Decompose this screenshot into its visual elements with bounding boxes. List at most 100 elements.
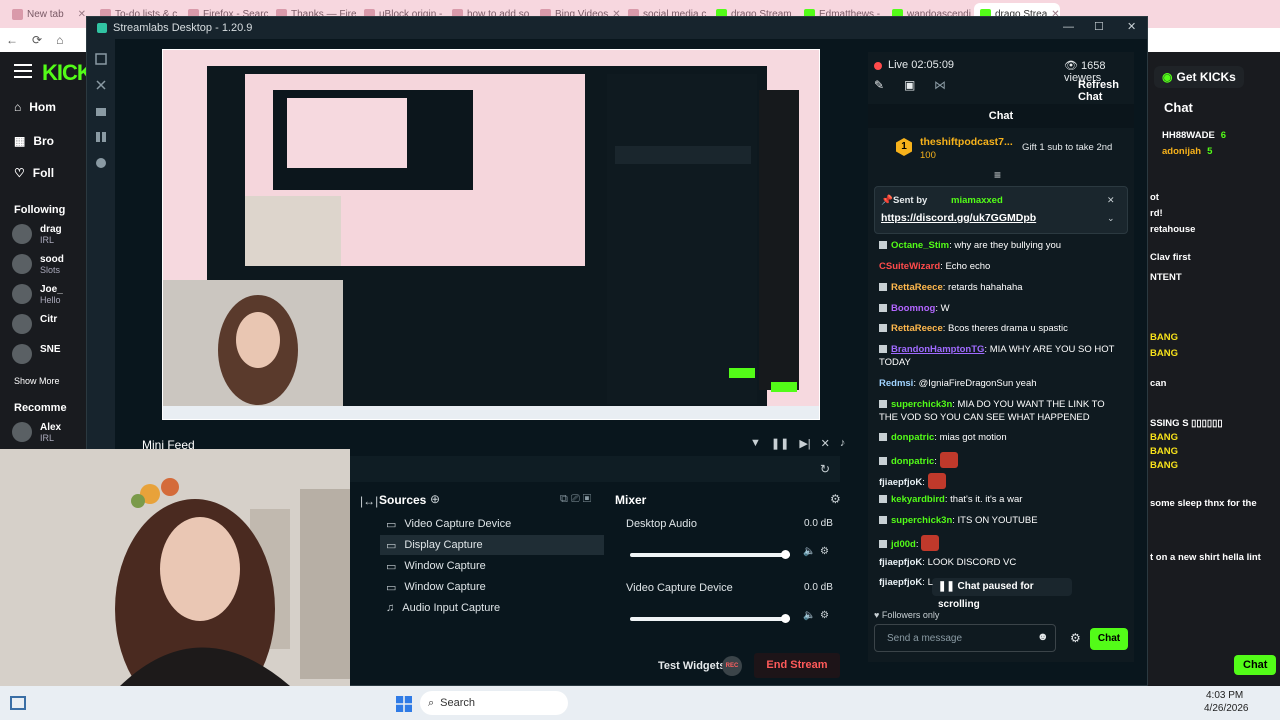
edit-icon[interactable]: ✎ bbox=[874, 78, 884, 92]
pin-icon: 📌 bbox=[881, 195, 893, 206]
chat-username[interactable]: Redmsi bbox=[879, 378, 913, 389]
mute-toggle-icon[interactable]: 🔈 bbox=[803, 610, 815, 621]
emoji-icon[interactable]: ☻ bbox=[1037, 631, 1049, 643]
chat-username[interactable]: CSuiteWizard bbox=[879, 261, 940, 272]
unpin-icon[interactable]: ✕ bbox=[1107, 195, 1115, 206]
kick-nav-item[interactable]: ♡ Foll bbox=[14, 166, 54, 180]
collapse-icon[interactable]: |↔| bbox=[360, 494, 378, 508]
chat-username[interactable]: RettaReece bbox=[891, 282, 943, 293]
favicon-icon bbox=[12, 8, 23, 20]
chat-username[interactable]: RettaReece bbox=[891, 323, 943, 334]
skip-icon[interactable]: ▶| bbox=[799, 437, 810, 450]
channel-settings-icon[interactable]: ⚙ bbox=[820, 610, 829, 621]
right-chat-user[interactable]: HH88WADE bbox=[1162, 130, 1215, 141]
minimize-icon[interactable]: — bbox=[1063, 21, 1074, 33]
refresh-chat-button[interactable]: Refresh Chat bbox=[1078, 79, 1134, 103]
filter-icon[interactable]: ▼ bbox=[750, 437, 761, 450]
tools-icon[interactable] bbox=[95, 79, 107, 91]
source-tools-icons[interactable]: ⧉ ⎚ ▣ bbox=[560, 493, 591, 506]
stream-preview[interactable] bbox=[162, 49, 820, 420]
source-item[interactable]: ▭ Window Capture bbox=[384, 577, 604, 597]
chat-username[interactable]: kekyardbird bbox=[891, 494, 945, 505]
chat-username[interactable]: superchick3n bbox=[891, 515, 952, 526]
kick-logo[interactable]: KICK bbox=[42, 60, 93, 86]
chat-username[interactable]: Octane_Stim bbox=[891, 240, 949, 251]
kick-nav-item[interactable]: ⌂ Hom bbox=[14, 100, 56, 114]
following-channel[interactable]: Joe_ Hello bbox=[12, 284, 63, 305]
gift-user[interactable]: theshiftpodcast7... bbox=[920, 136, 1013, 148]
source-item[interactable]: ▭ Window Capture bbox=[384, 556, 604, 576]
right-chat-line: some sleep thnx for the bbox=[1150, 498, 1257, 509]
channel-text: sood Slots bbox=[40, 254, 64, 275]
pinned-link[interactable]: https://discord.gg/uk7GGMDpb bbox=[881, 212, 1036, 224]
chat-username[interactable]: fjiaepfjoK bbox=[879, 577, 922, 588]
chat-username[interactable]: fjiaepfjoK bbox=[879, 557, 922, 568]
kick-nav-label: Bro bbox=[33, 134, 55, 148]
mixer-settings-icon[interactable]: ⚙ bbox=[830, 492, 841, 506]
chevron-down-icon[interactable]: ⌄ bbox=[1107, 213, 1115, 224]
chat-text: mias got motion bbox=[939, 432, 1007, 443]
source-item[interactable]: ▭ Video Capture Device bbox=[384, 514, 604, 534]
chat-username[interactable]: BrandonHamptonTG bbox=[891, 344, 984, 355]
show-more-link[interactable]: Show More bbox=[14, 376, 60, 386]
reload-icon[interactable]: ⟳ bbox=[32, 33, 42, 47]
studio-icon[interactable] bbox=[95, 53, 107, 65]
source-item[interactable]: ♫ Audio Input Capture bbox=[384, 598, 604, 618]
avatar bbox=[12, 224, 32, 244]
volume-slider[interactable] bbox=[630, 614, 790, 623]
recommended-channel[interactable]: Alex IRL bbox=[12, 422, 61, 443]
home-icon[interactable]: ⌂ bbox=[56, 33, 63, 47]
right-chat-user[interactable]: adonijah bbox=[1162, 146, 1201, 157]
chat-username[interactable]: donpatric bbox=[891, 432, 934, 443]
menu-icon[interactable] bbox=[14, 64, 32, 78]
chat-settings-icon[interactable]: ⚙ bbox=[1070, 631, 1081, 645]
chat-username[interactable]: fjiaepfjoK bbox=[879, 477, 922, 488]
browser-tab[interactable]: New tab ✕ bbox=[6, 3, 92, 25]
pinned-user[interactable]: miamaxxed bbox=[951, 195, 1003, 206]
chat-username[interactable]: donpatric bbox=[891, 456, 934, 467]
chat-text: that's it. it's a war bbox=[950, 494, 1023, 505]
close-icon[interactable]: ✕ bbox=[1127, 20, 1136, 33]
refresh-icon[interactable]: ↻ bbox=[820, 462, 830, 476]
maximize-icon[interactable]: ☐ bbox=[1094, 20, 1104, 33]
share-icon[interactable]: ⋈ bbox=[934, 78, 946, 92]
mixer-channel-label: Desktop Audio bbox=[626, 518, 697, 530]
send-message-input[interactable]: Send a message ☻ bbox=[874, 624, 1056, 652]
add-source-icon[interactable]: ⊕ bbox=[430, 492, 440, 506]
pause-icon[interactable]: ❚❚ bbox=[771, 437, 789, 450]
volume-slider[interactable] bbox=[630, 550, 790, 559]
channel-category: Hello bbox=[40, 295, 61, 305]
back-icon[interactable]: ← bbox=[6, 33, 18, 47]
chat-username[interactable]: jd00d bbox=[891, 539, 916, 550]
start-icon[interactable] bbox=[396, 696, 412, 712]
following-channel[interactable]: drag IRL bbox=[12, 224, 62, 245]
rec-button[interactable]: REC bbox=[722, 656, 742, 676]
taskbar-search[interactable]: ⌕ Search bbox=[420, 691, 568, 715]
chat-username[interactable]: Boomnog bbox=[891, 303, 935, 314]
following-channel[interactable]: SNE bbox=[12, 344, 61, 364]
tab-close-icon[interactable]: ✕ bbox=[78, 9, 86, 20]
layout-icon[interactable] bbox=[95, 131, 107, 143]
desktop-icon[interactable] bbox=[10, 696, 26, 710]
send-chat-button[interactable]: Chat bbox=[1090, 628, 1128, 650]
test-widgets-button[interactable]: Test Widgets bbox=[658, 660, 726, 672]
play-icon[interactable] bbox=[95, 157, 107, 169]
source-item[interactable]: ▭ Display Capture bbox=[380, 535, 604, 555]
store-icon[interactable] bbox=[95, 105, 107, 117]
chat-username[interactable]: superchick3n bbox=[891, 399, 952, 410]
volume-slider-knob[interactable] bbox=[781, 550, 790, 559]
channel-settings-icon[interactable]: ⚙ bbox=[820, 546, 829, 557]
following-channel[interactable]: sood Slots bbox=[12, 254, 64, 275]
right-chat-button[interactable]: Chat bbox=[1234, 655, 1277, 675]
expand-icon[interactable]: ≡ bbox=[994, 168, 1001, 182]
get-kicks-button[interactable]: ◉ Get KICKs bbox=[1154, 66, 1244, 88]
volume-icon[interactable]: ♪ bbox=[840, 437, 846, 450]
right-chat-line: ot bbox=[1150, 192, 1159, 203]
end-stream-button[interactable]: End Stream bbox=[754, 653, 840, 678]
following-channel[interactable]: Citr bbox=[12, 314, 57, 334]
kick-nav-item[interactable]: ▦ Bro bbox=[14, 134, 54, 148]
popout-icon[interactable]: ▣ bbox=[904, 78, 915, 92]
volume-slider-knob[interactable] bbox=[781, 614, 790, 623]
mute-toggle-icon[interactable]: 🔈 bbox=[803, 546, 815, 557]
mute-icon[interactable]: ✕ bbox=[821, 437, 830, 450]
